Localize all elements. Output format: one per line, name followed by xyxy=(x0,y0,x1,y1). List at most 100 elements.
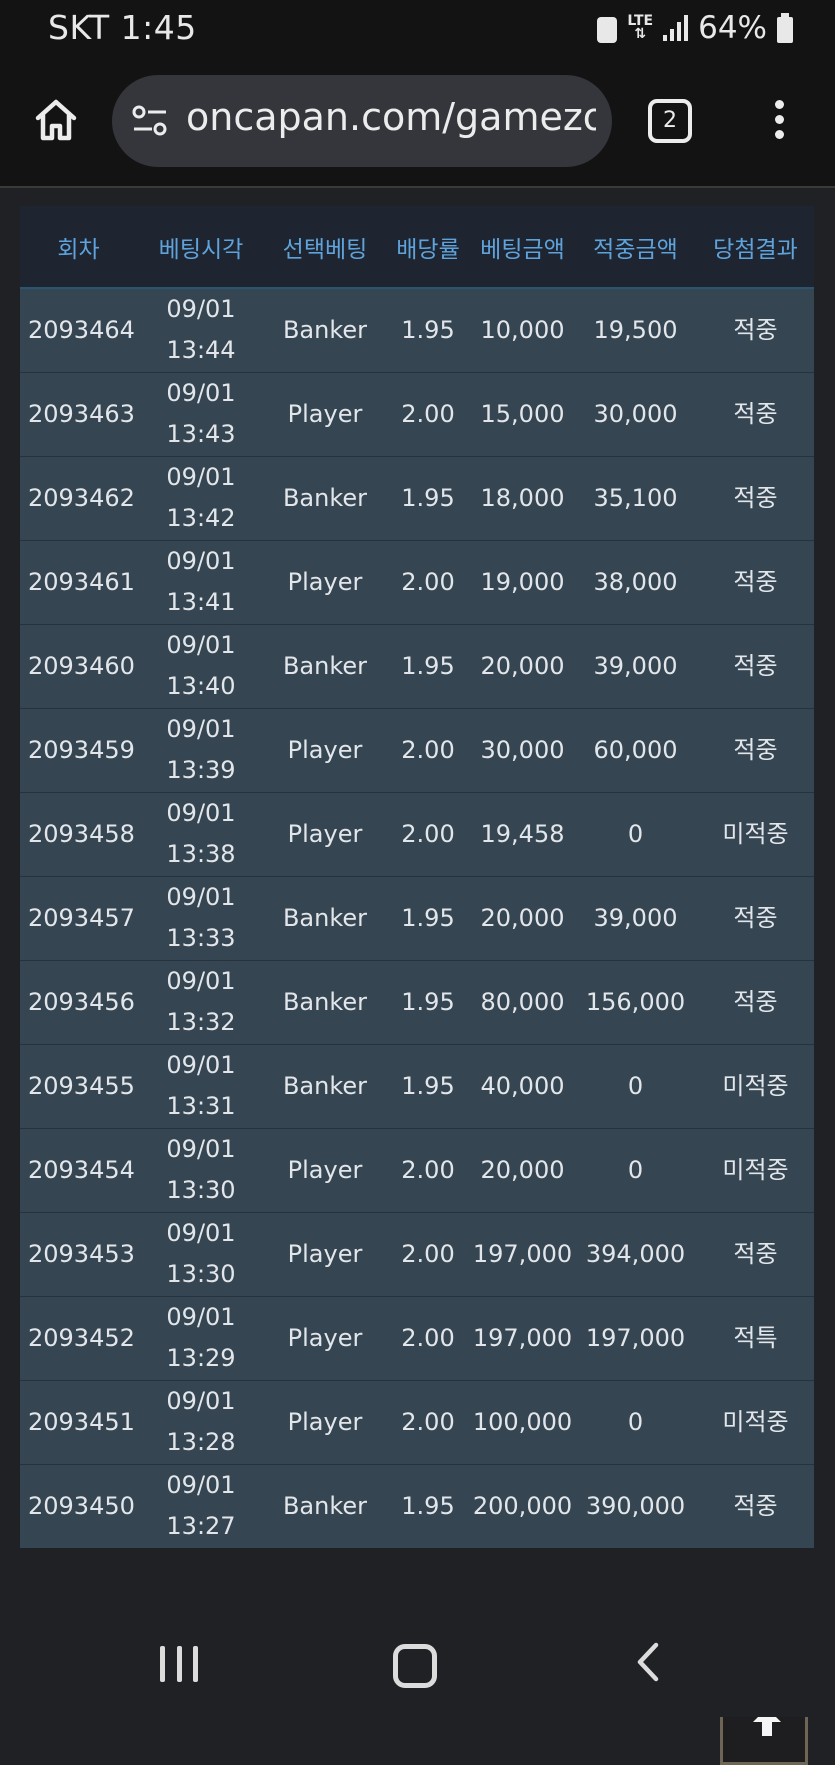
payout-cell: 30,000 xyxy=(593,399,678,428)
page-content: 회차 베팅시각 선택베팅 배당률 베팅금액 적중금액 당첨결과 2093464 0… xyxy=(0,188,835,1765)
bet-time-cell: 09/01 13:40 xyxy=(137,624,265,708)
payout-cell: 0 xyxy=(627,1407,644,1436)
bet-amount-cell: 18,000 xyxy=(480,483,565,512)
bet-time-cell: 09/01 13:41 xyxy=(137,540,265,624)
payout-cell: 19,500 xyxy=(593,315,678,344)
odds-cell: 1.95 xyxy=(401,483,455,512)
table-row: 2093457 09/01 13:33 Banker 1.95 20,000 39,000 적… xyxy=(20,876,814,960)
result-cell: 적중 xyxy=(733,315,778,344)
round-cell: 2093457 xyxy=(28,903,135,932)
table-row: 2093461 09/01 13:41 Player 2.00 19,000 38,000 적… xyxy=(20,540,814,624)
back-icon[interactable] xyxy=(636,1642,660,1682)
bet-date: 09/01 xyxy=(166,1387,236,1415)
bet-clock: 13:40 xyxy=(166,672,236,700)
bet-time-cell: 09/01 13:39 xyxy=(137,708,265,792)
bet-clock: 13:29 xyxy=(166,1344,236,1372)
bet-amount-cell: 100,000 xyxy=(472,1407,573,1436)
odds-cell: 1.95 xyxy=(401,315,455,344)
payout-cell: 38,000 xyxy=(593,567,678,596)
odds-cell: 2.00 xyxy=(401,1323,455,1352)
bet-time-cell: 09/01 13:32 xyxy=(137,960,265,1044)
payout-cell: 0 xyxy=(627,1071,644,1100)
payout-cell: 39,000 xyxy=(593,651,678,680)
bet-time-cell: 09/01 13:29 xyxy=(137,1296,265,1380)
result-cell: 적중 xyxy=(733,567,778,596)
tab-count: 2 xyxy=(663,108,677,133)
bet-time-cell: 09/01 13:44 xyxy=(137,288,265,372)
header-odds: 배당률 xyxy=(396,236,460,263)
payout-cell: 60,000 xyxy=(593,735,678,764)
header-result: 당첨결과 xyxy=(713,236,798,263)
bet-amount-cell: 20,000 xyxy=(480,651,565,680)
bet-clock: 13:27 xyxy=(166,1512,236,1541)
result-cell: 적특 xyxy=(733,1323,778,1352)
pick-cell: Player xyxy=(287,1407,363,1436)
bet-clock: 13:44 xyxy=(166,336,236,365)
pick-cell: Banker xyxy=(282,1491,368,1520)
bet-amount-cell: 197,000 xyxy=(472,1239,573,1268)
result-cell: 적중 xyxy=(733,483,778,512)
bet-date: 09/01 xyxy=(166,295,236,324)
odds-cell: 1.95 xyxy=(401,903,455,932)
odds-cell: 2.00 xyxy=(401,819,455,848)
round-cell: 2093455 xyxy=(28,1071,135,1100)
bet-time-cell: 09/01 13:42 xyxy=(137,456,265,540)
bet-amount-cell: 80,000 xyxy=(480,987,565,1016)
round-cell: 2093452 xyxy=(28,1323,135,1352)
home-nav-icon[interactable] xyxy=(393,1644,437,1688)
pick-cell: Banker xyxy=(282,903,368,932)
odds-cell: 1.95 xyxy=(401,651,455,680)
payout-cell: 0 xyxy=(627,1155,644,1184)
table-row: 2093463 09/01 13:43 Player 2.00 15,000 30,000 적… xyxy=(20,372,814,456)
pick-cell: Banker xyxy=(282,315,368,344)
odds-cell: 2.00 xyxy=(401,1155,455,1184)
round-cell: 2093463 xyxy=(28,399,135,428)
result-cell: 적중 xyxy=(733,651,778,680)
odds-cell: 2.00 xyxy=(401,399,455,428)
bet-amount-cell: 20,000 xyxy=(480,1155,565,1184)
table-row: 2093460 09/01 13:40 Banker 1.95 20,000 39,000 적… xyxy=(20,624,814,708)
pick-cell: Player xyxy=(287,1323,363,1352)
result-cell: 적중 xyxy=(733,1239,778,1268)
address-bar[interactable]: oncapan.com/gamezoi xyxy=(112,75,612,167)
odds-cell: 1.95 xyxy=(401,1071,455,1100)
table-row: 2093462 09/01 13:42 Banker 1.95 18,000 35,100 적… xyxy=(20,456,814,540)
round-cell: 2093454 xyxy=(28,1155,135,1184)
round-cell: 2093450 xyxy=(28,1491,135,1520)
payout-cell: 39,000 xyxy=(593,903,678,932)
round-cell: 2093453 xyxy=(28,1239,135,1268)
bet-clock: 13:41 xyxy=(166,588,236,616)
bet-time-cell: 09/01 13:28 xyxy=(137,1380,265,1464)
recent-apps-icon[interactable] xyxy=(160,1646,198,1682)
result-cell: 미적중 xyxy=(722,1407,789,1436)
bet-amount-cell: 15,000 xyxy=(480,399,565,428)
bet-date: 09/01 xyxy=(166,967,236,995)
bet-clock: 13:32 xyxy=(166,1008,236,1036)
payout-cell: 35,100 xyxy=(593,483,678,512)
site-settings-icon[interactable] xyxy=(130,103,170,139)
home-button[interactable] xyxy=(32,96,80,144)
payout-cell: 156,000 xyxy=(585,987,686,1016)
result-cell: 적중 xyxy=(733,1491,778,1520)
odds-cell: 1.95 xyxy=(401,987,455,1016)
bet-date: 09/01 xyxy=(166,799,236,827)
more-menu-icon[interactable] xyxy=(772,100,786,140)
system-nav-bar xyxy=(0,1590,835,1717)
url-text[interactable]: oncapan.com/gamezoi xyxy=(186,95,596,139)
round-cell: 2093459 xyxy=(28,735,135,764)
odds-cell: 1.95 xyxy=(401,1491,455,1520)
table-row: 2093458 09/01 13:38 Player 2.00 19,458 0 미적중 xyxy=(20,792,814,876)
round-cell: 2093461 xyxy=(28,567,135,596)
result-cell: 적중 xyxy=(733,903,778,932)
data-saver-icon xyxy=(597,17,618,43)
bet-amount-cell: 30,000 xyxy=(480,735,565,764)
odds-cell: 2.00 xyxy=(401,1239,455,1268)
tabs-button[interactable]: 2 xyxy=(648,99,692,143)
pick-cell: Banker xyxy=(282,483,368,512)
payout-cell: 390,000 xyxy=(585,1491,686,1520)
bet-time-cell: 09/01 13:27 xyxy=(137,1464,265,1548)
browser-toolbar: oncapan.com/gamezoi 2 xyxy=(0,60,835,188)
status-icons: LTE ⇅ 64% xyxy=(597,10,793,46)
bet-time-cell: 09/01 13:31 xyxy=(137,1044,265,1128)
bet-clock: 13:43 xyxy=(166,420,236,448)
